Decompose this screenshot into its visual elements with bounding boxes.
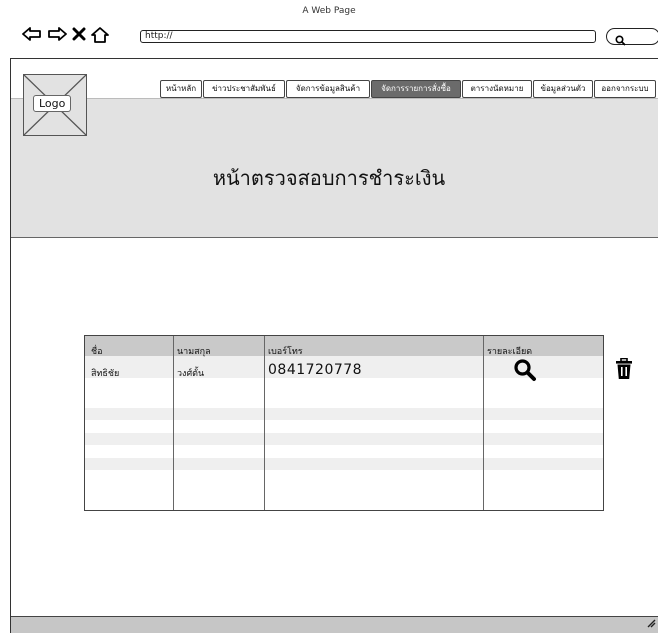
menu-item-products[interactable]: จัดการข้อมูลสินค้า (286, 80, 370, 98)
menu-item-logout[interactable]: ออกจากระบบ (594, 80, 656, 98)
column-header-detail: รายละเอียด (487, 347, 533, 357)
home-icon[interactable] (90, 26, 110, 43)
magnifier-icon[interactable] (513, 358, 537, 386)
status-bar (11, 616, 658, 633)
table-row-empty (85, 408, 603, 420)
url-bar[interactable]: http:// (140, 30, 596, 43)
cell-first-name: สิทธิชัย (91, 369, 120, 379)
column-header-last-name: นามสกุล (177, 347, 211, 357)
resize-grip-icon[interactable] (646, 613, 656, 632)
menu-item-home[interactable]: หน้าหลัก (160, 80, 202, 98)
column-divider (264, 336, 265, 510)
close-x-icon[interactable] (72, 26, 86, 42)
cell-phone: 0841720778 (268, 362, 363, 378)
window-title: A Web Page (302, 6, 356, 16)
table-row-empty (85, 458, 603, 470)
menu-item-profile[interactable]: ข้อมูลส่วนตัว (533, 80, 593, 98)
payment-table: ชื่อ นามสกุล เบอร์โทร รายละเอียด สิทธิชั… (84, 335, 604, 511)
search-icon (615, 31, 626, 50)
table-row-empty (85, 433, 603, 445)
cell-last-name: วงศ์ตั้น (177, 369, 205, 379)
column-divider (483, 336, 484, 510)
logo-placeholder[interactable]: Logo (23, 74, 87, 136)
table-row-empty (85, 483, 603, 495)
logo-label: Logo (33, 95, 72, 112)
forward-arrow-icon[interactable] (47, 26, 67, 42)
menu-item-orders[interactable]: จัดการรายการสั่งซื้อ (371, 80, 461, 98)
column-header-first-name: ชื่อ (91, 347, 103, 357)
menu-item-appointments[interactable]: ตารางนัดหมาย (462, 80, 532, 98)
page-title: หน้าตรวจสอบการชำระเงิน (212, 166, 446, 190)
trash-icon[interactable] (614, 357, 634, 384)
column-divider (173, 336, 174, 510)
menu-item-news[interactable]: ข่าวประชาสัมพันธ์ (203, 80, 285, 98)
column-header-phone: เบอร์โทร (268, 347, 303, 357)
back-arrow-icon[interactable] (22, 26, 42, 42)
browser-divider (10, 58, 658, 59)
browser-search-field[interactable] (606, 28, 658, 46)
page: A Web Page http:// หน้าตรวจสอบการชำระเงิ… (0, 0, 658, 633)
